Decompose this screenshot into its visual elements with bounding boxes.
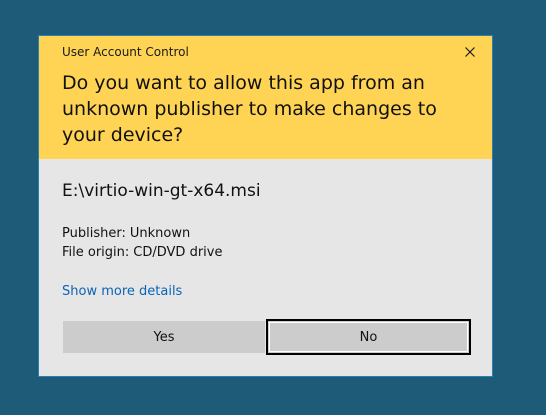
uac-dialog: User Account Control Do you want to allo… [39,36,492,376]
no-button[interactable]: No [266,319,471,355]
close-button[interactable] [460,42,480,62]
show-more-details-link[interactable]: Show more details [62,284,182,299]
publisher-label: Publisher: [62,226,126,241]
publisher-info: Publisher: Unknown [62,226,190,241]
prompt-question: Do you want to allow this app from an un… [62,72,437,146]
file-origin-label: File origin: [62,245,130,260]
dialog-title: User Account Control [62,45,189,59]
close-icon [465,47,475,57]
dialog-header: User Account Control Do you want to allo… [39,36,492,159]
yes-button[interactable]: Yes [63,321,265,353]
file-origin-info: File origin: CD/DVD drive [62,245,222,260]
program-name: E:\virtio-win-gt-x64.msi [62,181,261,201]
file-origin-value: CD/DVD drive [133,245,223,260]
publisher-value: Unknown [129,226,191,241]
